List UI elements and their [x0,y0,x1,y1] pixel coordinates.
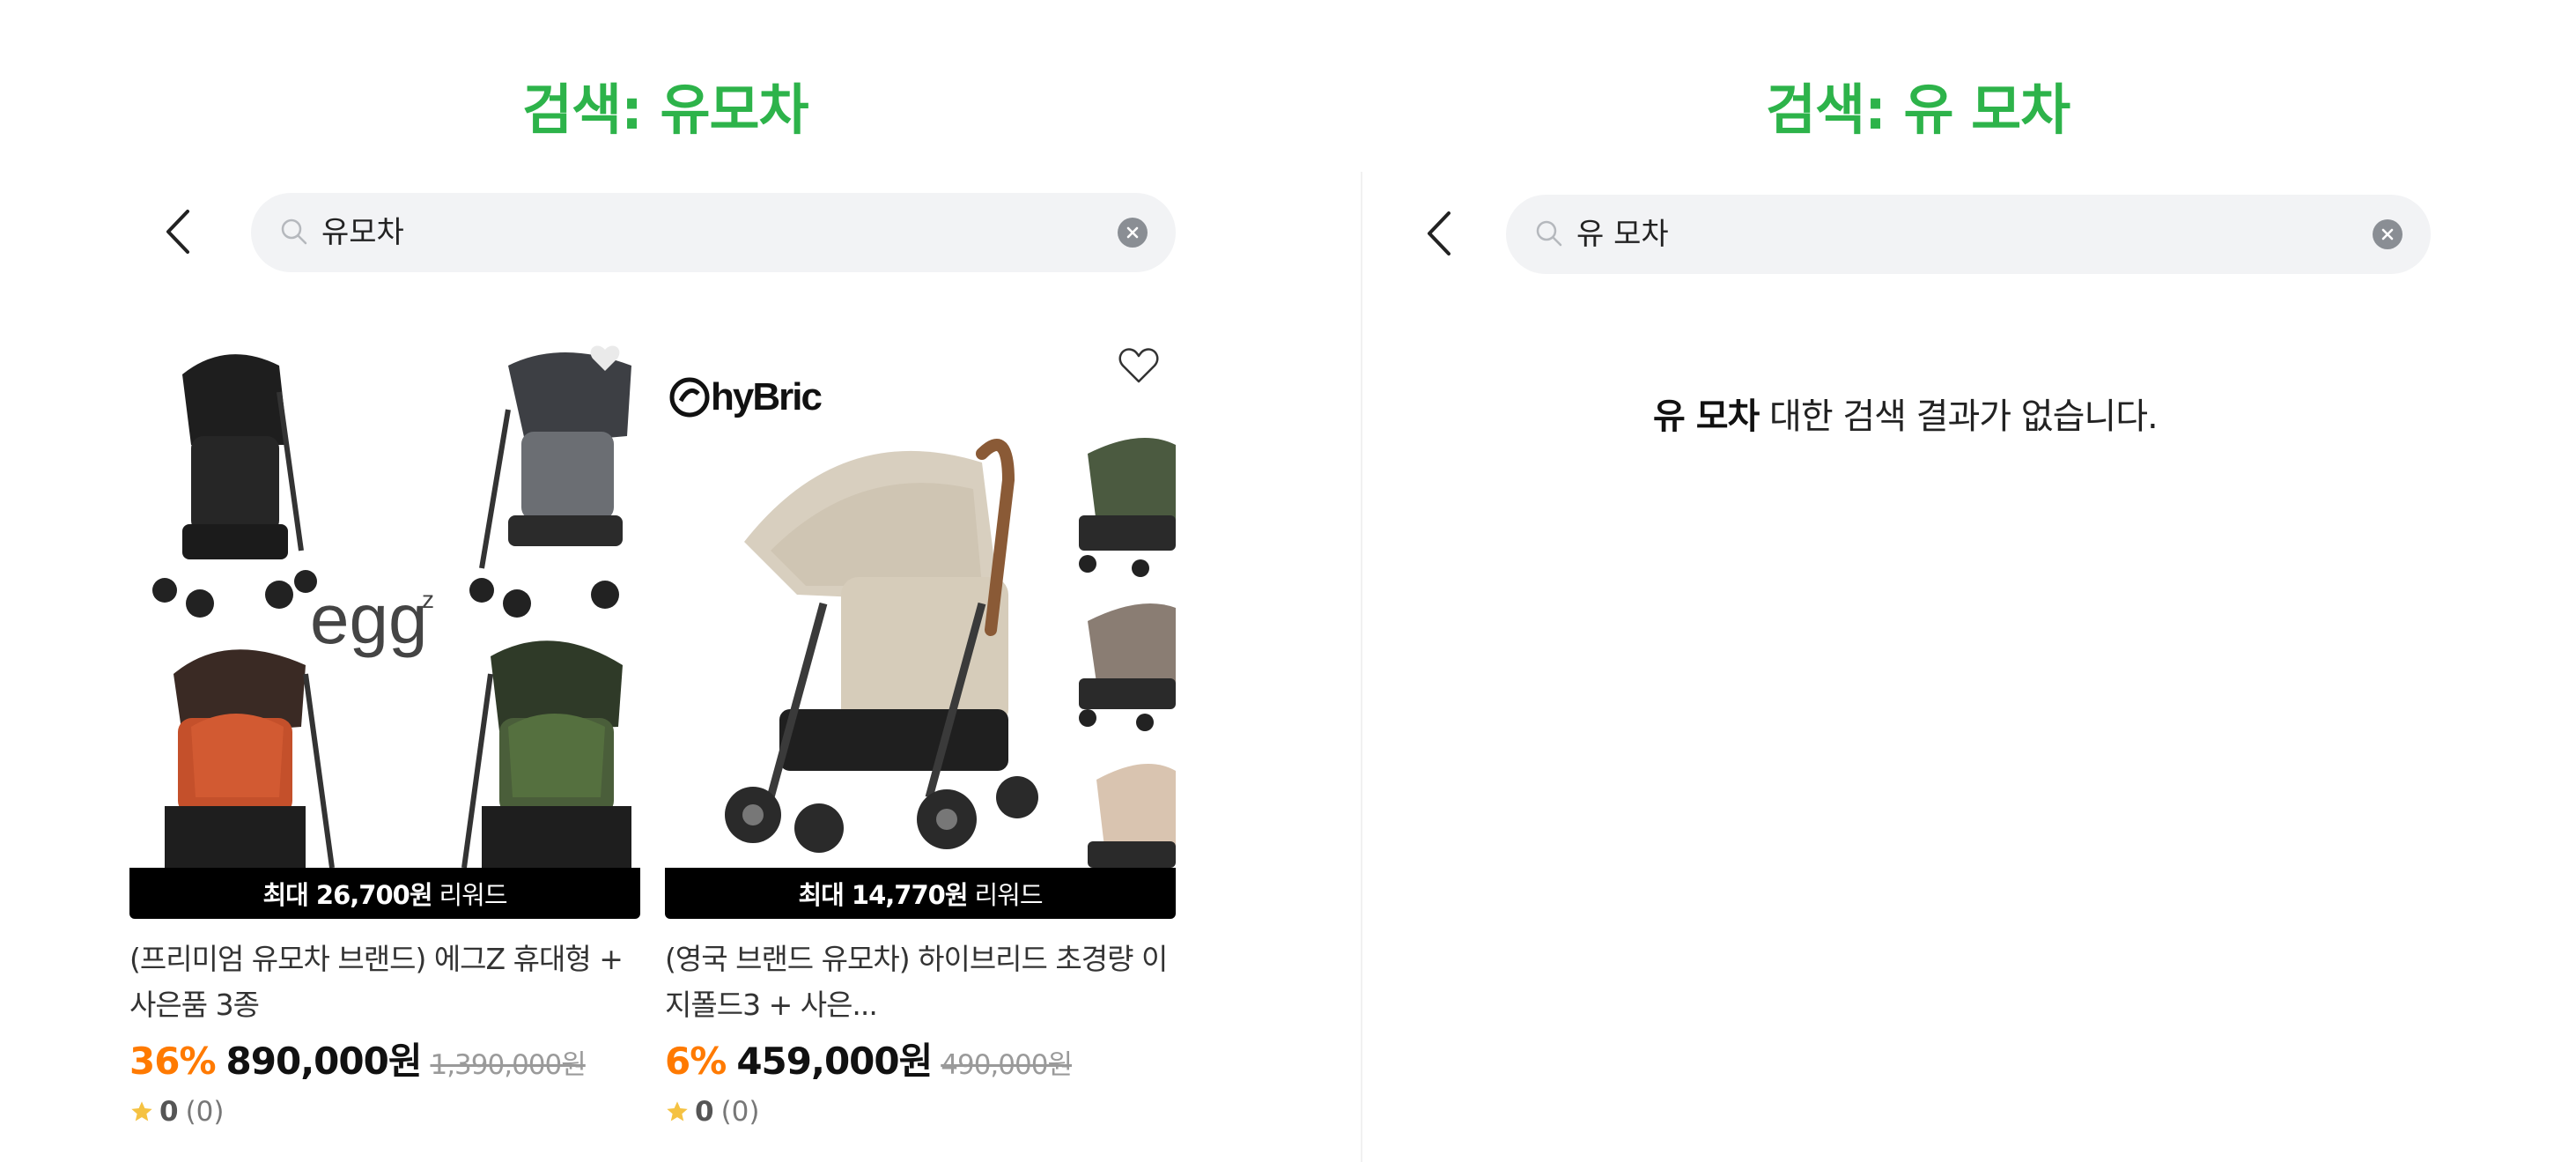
panel-title: 검색: 유 모차 [1766,78,2070,142]
reward-suffix: 리워드 [974,880,1044,910]
review-count: (0) [185,1096,225,1128]
product-card[interactable]: egg z 최대 26,700원 리워드 (프리미엄 유모차 브랜드) 에그Z … [129,339,640,1128]
star-icon [131,1101,152,1121]
search-icon [281,218,307,245]
back-button[interactable] [1415,203,1468,264]
panel-title: 검색: 유모차 [522,78,809,142]
star-icon [667,1101,688,1121]
no-result-text: 대한 검색 결과가 없습니다. [1769,396,2159,437]
product-card[interactable]: hyBric 최대 14,770원 리워드 (영국 브랜드 유모차) 하이브리드… [665,339,1176,1128]
product-title[interactable]: (영국 브랜드 유모차) 하이브리드 초경량 이지폴드3 + 사은... [665,936,1176,1028]
product-image[interactable]: egg z [129,339,640,868]
search-input[interactable]: 유모차 [321,212,404,253]
rating-value: 0 [695,1096,714,1128]
rating-value: 0 [159,1096,179,1128]
discount-rate: 36% [129,1040,217,1083]
original-price: 1,390,000원 [430,1049,586,1081]
original-price: 490,000원 [941,1049,1073,1081]
search-input[interactable]: 유 모차 [1576,214,1669,255]
back-icon [166,210,189,254]
search-bar[interactable]: 유모차 [251,193,1176,272]
stroller-photo: hyBric [669,375,1176,868]
search-bar[interactable]: 유 모차 [1506,195,2431,274]
rating-row: 0 (0) [665,1096,1176,1128]
image-brand-text: egg [310,580,427,658]
no-result-keyword: 유 모차 [1653,396,1760,437]
sale-price: 459,000원 [736,1040,933,1083]
review-count: (0) [720,1096,760,1128]
product-title[interactable]: (프리미엄 유모차 브랜드) 에그Z 휴대형 + 사은품 3종 [129,936,640,1028]
price-row: 6% 459,000원 490,000원 [665,1032,1176,1085]
back-icon [1428,211,1450,255]
search-icon [1536,220,1562,247]
no-result-message: 유 모차 대한 검색 결과가 없습니다. [1362,388,2576,439]
image-brand-text: hyBric [711,375,822,418]
reward-amount: 최대 14,770원 [798,880,968,910]
sale-price: 890,000원 [225,1040,423,1083]
reward-badge: 최대 26,700원 리워드 [129,868,640,919]
reward-badge: 최대 14,770원 리워드 [665,868,1176,919]
price-row: 36% 890,000원 1,390,000원 [129,1032,640,1085]
svg-text:z: z [422,586,434,613]
discount-rate: 6% [665,1040,727,1083]
heart-icon[interactable] [1118,346,1160,385]
clear-icon[interactable] [1118,218,1148,248]
left-panel: 검색: 유모차 유모차 egg z 최대 26,700원 리워드 (프리미엄 유… [0,0,1361,1162]
stroller-photo: egg z [152,345,631,868]
back-button[interactable] [154,201,207,263]
reward-amount: 최대 26,700원 [262,880,432,910]
product-image[interactable]: hyBric [665,339,1176,868]
clear-icon[interactable] [2373,219,2403,249]
right-panel: 검색: 유 모차 유 모차 유 모차 대한 검색 결과가 없습니다. [1362,0,2576,1162]
rating-row: 0 (0) [129,1096,640,1128]
reward-suffix: 리워드 [439,880,508,910]
